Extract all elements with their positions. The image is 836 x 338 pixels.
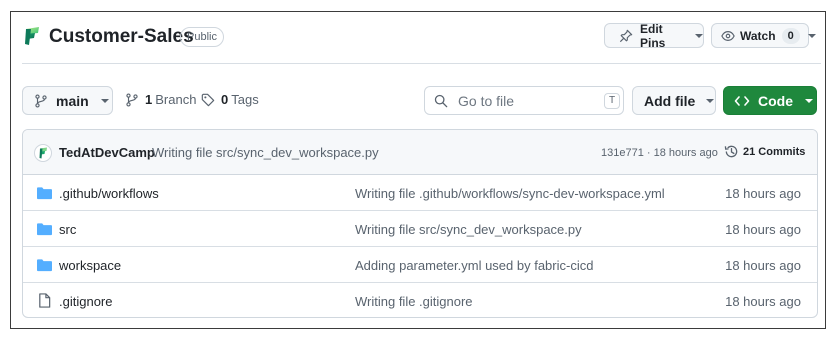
tag-icon — [201, 93, 215, 106]
file-name-link[interactable]: .gitignore — [59, 294, 112, 309]
chevron-down-icon — [805, 98, 813, 103]
commits-count-label: 21 Commits — [743, 145, 806, 158]
chevron-down-icon — [100, 98, 109, 103]
latest-commit-row: TedAtDevCamp Writing file src/sync_dev_w… — [23, 130, 817, 175]
edit-pins-label: Edit Pins — [640, 21, 666, 50]
watch-button[interactable]: Watch 0 — [711, 23, 816, 48]
file-table: TedAtDevCamp Writing file src/sync_dev_w… — [22, 129, 818, 318]
folder-icon — [37, 259, 52, 272]
file-commit-time: 18 hours ago — [725, 294, 801, 309]
file-icon — [39, 293, 51, 308]
branch-selector[interactable]: main — [22, 86, 113, 115]
author-avatar[interactable] — [34, 144, 52, 162]
add-file-button[interactable]: Add file — [632, 86, 716, 115]
shortcut-hint: T — [604, 92, 620, 109]
table-row: .github/workflows Writing file .github/w… — [23, 175, 817, 211]
file-name-link[interactable]: workspace — [59, 258, 121, 273]
commit-author[interactable]: TedAtDevCamp — [59, 145, 155, 160]
header-divider — [22, 63, 821, 64]
branch-label: Branch — [155, 92, 197, 107]
file-commit-message[interactable]: Writing file .github/workflows/sync-dev-… — [355, 186, 665, 201]
watch-label: Watch — [740, 28, 776, 43]
tag-label: Tags — [231, 92, 259, 107]
repo-name[interactable]: Customer-Sales — [49, 26, 194, 48]
watch-count: 0 — [781, 27, 800, 44]
visibility-badge: Public — [180, 27, 224, 47]
chevron-down-icon — [807, 33, 816, 38]
file-commit-message[interactable]: Writing file .gitignore — [355, 294, 473, 309]
history-icon — [724, 145, 738, 158]
git-branch-icon — [126, 92, 138, 107]
file-commit-message[interactable]: Adding parameter.yml used by fabric-cicd — [355, 258, 593, 273]
git-branch-icon — [35, 93, 47, 108]
go-to-file-search[interactable]: T — [424, 86, 624, 115]
file-commit-time: 18 hours ago — [725, 186, 801, 201]
tag-count: 0 — [221, 92, 229, 107]
table-row: workspace Adding parameter.yml used by f… — [23, 247, 817, 283]
edit-pins-button[interactable]: Edit Pins — [604, 21, 704, 50]
commit-message[interactable]: Writing file src/sync_dev_workspace.py — [152, 145, 379, 160]
code-label: Code — [758, 92, 793, 109]
commit-meta[interactable]: 131e771 · 18 hours ago — [601, 147, 718, 159]
table-row: .gitignore Writing file .gitignore 18 ho… — [23, 283, 817, 317]
file-commit-time: 18 hours ago — [725, 222, 801, 237]
add-file-label: Add file — [644, 92, 696, 109]
folder-icon — [37, 187, 52, 200]
code-button[interactable]: Code — [723, 86, 817, 115]
folder-icon — [37, 223, 52, 236]
file-name-link[interactable]: src — [59, 222, 76, 237]
branches-link[interactable]: 1 Branch — [125, 92, 196, 107]
eye-icon — [721, 30, 735, 41]
chevron-down-icon — [695, 33, 703, 38]
pin-icon — [619, 29, 633, 42]
code-icon — [734, 95, 750, 106]
table-row: src Writing file src/sync_dev_workspace.… — [23, 211, 817, 247]
search-input[interactable] — [456, 91, 598, 110]
file-commit-time: 18 hours ago — [725, 258, 801, 273]
file-commit-message[interactable]: Writing file src/sync_dev_workspace.py — [355, 222, 582, 237]
tags-link[interactable]: 0 Tags — [201, 92, 259, 107]
branch-name: main — [56, 92, 89, 109]
file-name-link[interactable]: .github/workflows — [59, 186, 159, 201]
search-icon — [434, 94, 448, 107]
commits-link[interactable]: 21 Commits — [724, 144, 805, 159]
branch-count: 1 — [145, 92, 153, 107]
chevron-down-icon — [706, 98, 715, 103]
fabric-logo-icon — [25, 27, 39, 45]
